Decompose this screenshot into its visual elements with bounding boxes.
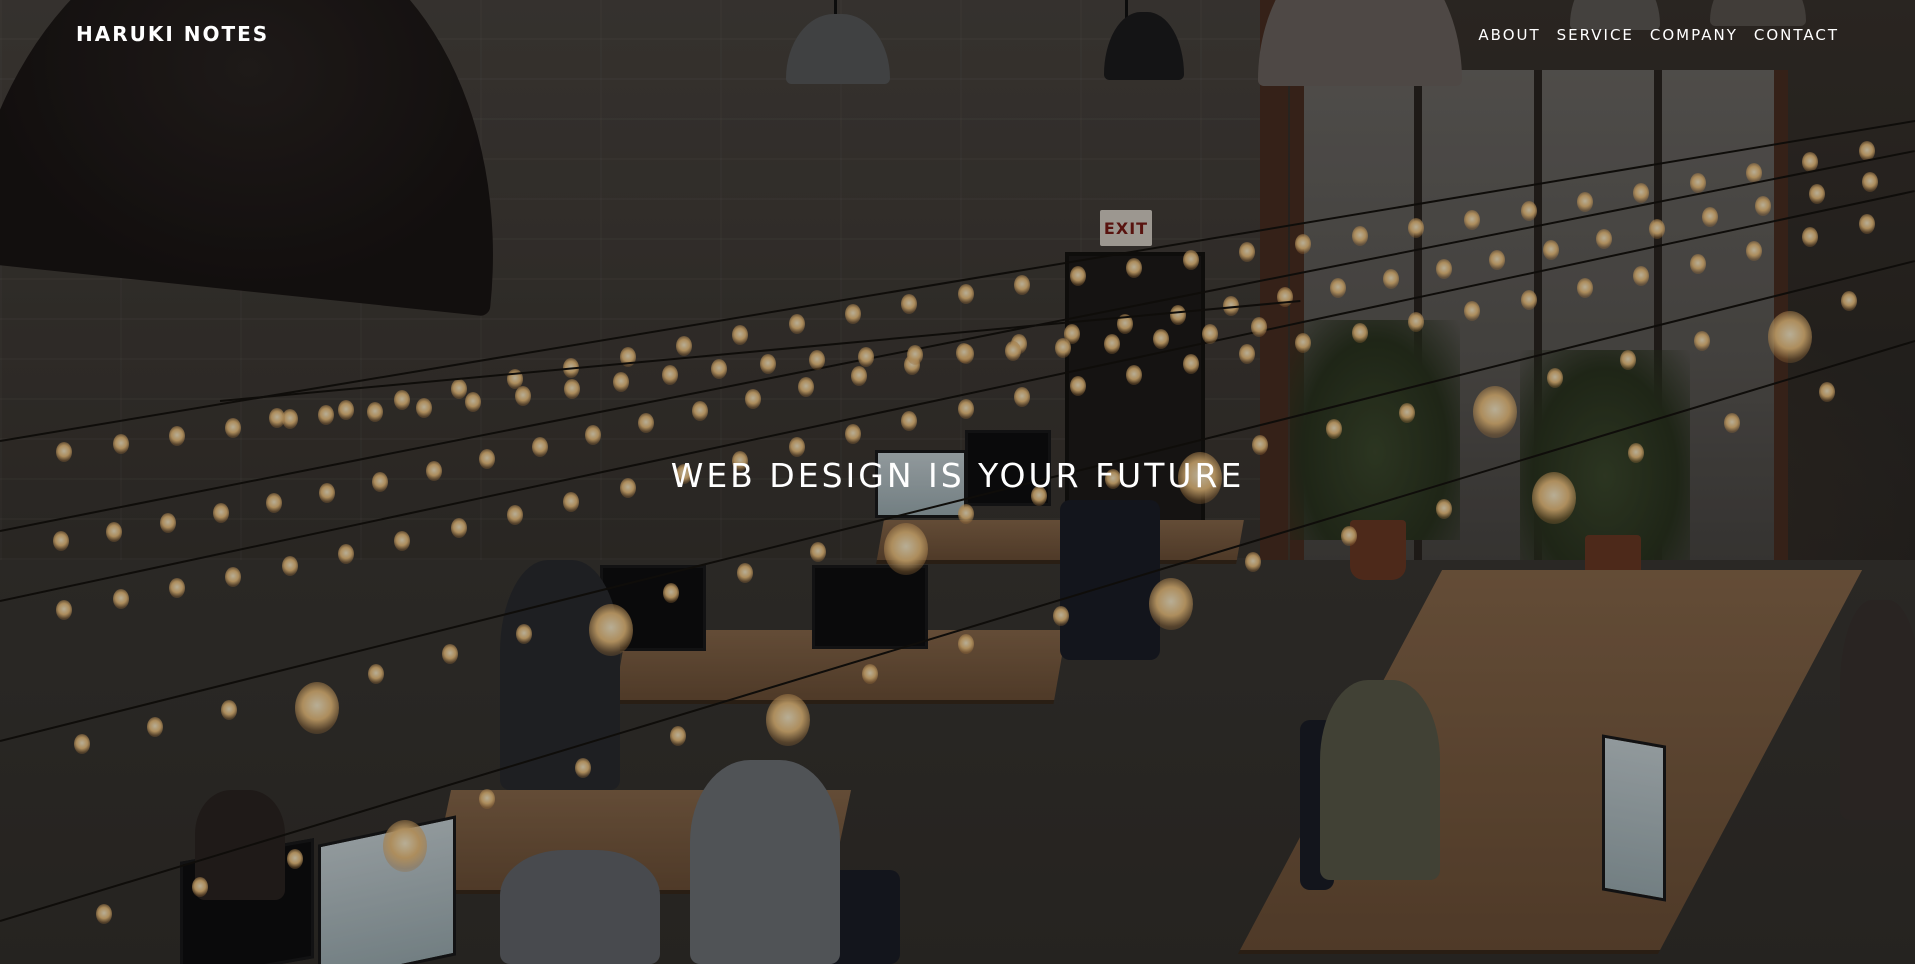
brand-logo-link[interactable]: HARUKI NOTES bbox=[76, 22, 269, 46]
hero-section: EXIT HARUKI NOTES ABOUT SERVICE COMPANY … bbox=[0, 0, 1915, 964]
nav-link-service[interactable]: SERVICE bbox=[1557, 26, 1634, 44]
nav-link-company[interactable]: COMPANY bbox=[1650, 26, 1738, 44]
nav-link-contact[interactable]: CONTACT bbox=[1754, 26, 1839, 44]
nav-link-about[interactable]: ABOUT bbox=[1478, 26, 1540, 44]
main-nav: ABOUT SERVICE COMPANY CONTACT bbox=[1478, 26, 1839, 44]
hero-headline: WEB DESIGN IS YOUR FUTURE bbox=[670, 456, 1245, 495]
site-header: HARUKI NOTES ABOUT SERVICE COMPANY CONTA… bbox=[0, 0, 1915, 70]
